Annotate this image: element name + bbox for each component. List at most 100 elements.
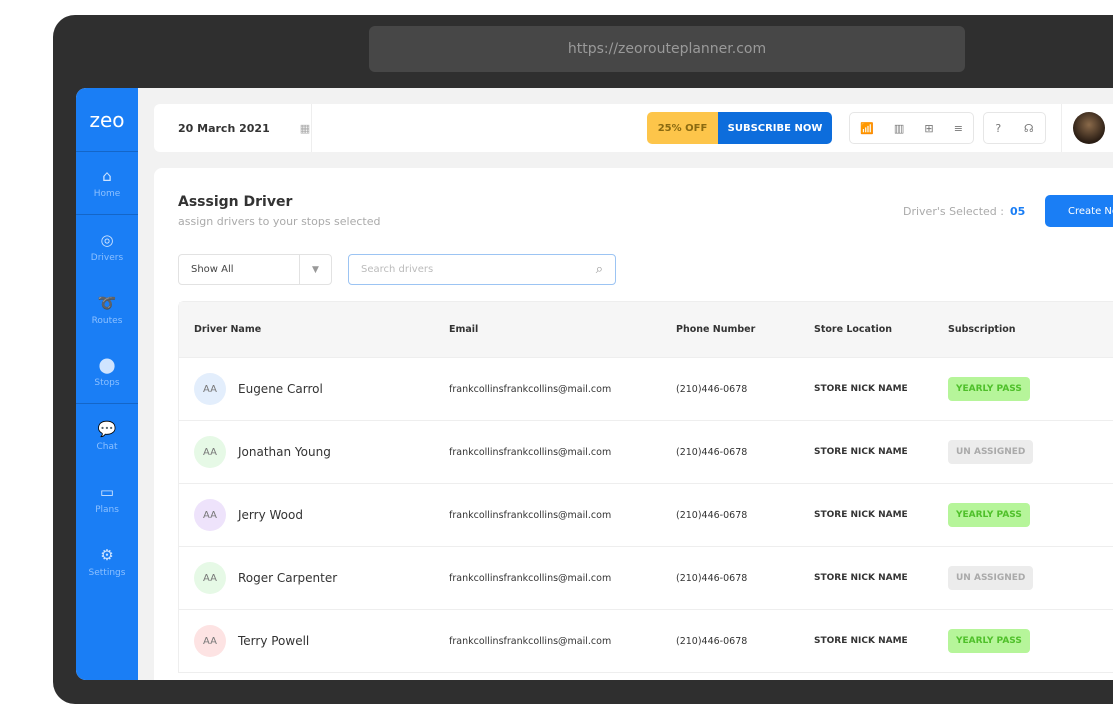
assign-driver-card: Asssign Driver assign drivers to your st… [154, 168, 1113, 680]
discount-badge: 25% OFF [647, 112, 718, 144]
avatar: AA [194, 499, 226, 531]
steering-wheel-icon: ◎ [100, 230, 114, 249]
driver-cell: AA Roger Carpenter [179, 562, 449, 594]
nav-label: Chat [96, 441, 118, 452]
status-badge: YEARLY PASS [948, 629, 1030, 653]
sidebar-item-home[interactable]: ⌂ Home [76, 152, 138, 215]
col-subscription[interactable]: Subscription [948, 324, 1108, 335]
home-icon: ⌂ [102, 167, 112, 185]
store-location: STORE NICK NAME [814, 384, 908, 394]
selected-label: Driver's Selected : [903, 205, 1004, 218]
status-badge: UN ASSIGNED [948, 566, 1034, 590]
subscription-cell: YEARLY PASS [948, 377, 1108, 401]
driver-name: Roger Carpenter [238, 571, 338, 585]
create-new-button[interactable]: Create New [1045, 195, 1113, 227]
filter-select[interactable]: Show All ▼ [178, 254, 332, 285]
driver-cell: AA Jerry Wood [179, 499, 449, 531]
list-icon[interactable]: ≡ [954, 122, 963, 135]
sidebar: zeo ⌂ Home ◎ Drivers ➰ Routes ⬤ Stops 💬 Chat … [76, 88, 138, 680]
email: frankcollinsfrankcollins@mail.com [449, 572, 612, 584]
map-pin-icon: ⬤ [98, 356, 116, 374]
sidebar-item-routes[interactable]: ➰ Routes [76, 278, 138, 341]
col-driver-name[interactable]: Driver Name [179, 324, 449, 335]
user-avatar[interactable] [1073, 112, 1105, 144]
table-row[interactable]: AA Jerry Wood frankcollinsfrankcollins@ma… [179, 483, 1113, 546]
email: frankcollinsfrankcollins@mail.com [449, 509, 612, 521]
avatar: AA [194, 373, 226, 405]
divider [1061, 104, 1062, 152]
date-value: 20 March 2021 [178, 121, 270, 135]
sidebar-item-settings[interactable]: ⚙ Settings [76, 530, 138, 593]
email: frankcollinsfrankcollins@mail.com [449, 635, 612, 647]
table-row[interactable]: AA Terry Powell frankcollinsfrankcollins@… [179, 609, 1113, 672]
store-location: STORE NICK NAME [814, 636, 908, 646]
subscription-cell: YEARLY PASS [948, 629, 1108, 653]
driver-cell: AA Terry Powell [179, 625, 449, 657]
help-icon[interactable]: ? [995, 122, 1001, 135]
col-phone[interactable]: Phone Number [676, 324, 814, 335]
selected-count: 05 [1010, 205, 1026, 218]
analytics-icon[interactable]: 📶 [860, 122, 874, 135]
subscribe-promo[interactable]: 25% OFF SUBSCRIBE NOW [647, 112, 832, 144]
route-icon: ➰ [97, 293, 117, 312]
sidebar-item-plans[interactable]: ▭ Plans [76, 467, 138, 530]
nav-label: Stops [94, 378, 120, 388]
search-input[interactable]: Search drivers ⌕ [348, 254, 616, 285]
zeo-logo[interactable]: zeo [76, 88, 138, 152]
email: frankcollinsfrankcollins@mail.com [449, 446, 612, 458]
store-location: STORE NICK NAME [814, 447, 908, 457]
store-location: STORE NICK NAME [814, 573, 908, 583]
ticket-icon: ▭ [99, 482, 115, 501]
subscription-cell: YEARLY PASS [948, 503, 1108, 527]
chat-icon: 💬 [97, 419, 117, 438]
driver-name: Terry Powell [238, 634, 310, 648]
search-placeholder: Search drivers [361, 264, 434, 275]
driver-name: Eugene Carrol [238, 382, 323, 396]
nav-label: Plans [95, 504, 119, 515]
table-row[interactable]: AA Eugene Carrol frankcollinsfrankcollins… [179, 357, 1113, 420]
nav-label: Settings [88, 567, 126, 578]
help-toolbar: ? ☊ [983, 112, 1046, 144]
col-email[interactable]: Email [449, 324, 676, 335]
view-toolbar: 📶 ▥ ⊞ ≡ [849, 112, 974, 144]
sidebar-item-chat[interactable]: 💬 Chat [76, 404, 138, 467]
search-icon[interactable]: ⌕ [596, 262, 603, 277]
phone: (210)446-0678 [676, 383, 748, 395]
page-title: Asssign Driver [178, 194, 293, 210]
driver-name: Jerry Wood [238, 508, 303, 522]
avatar: AA [194, 625, 226, 657]
phone: (210)446-0678 [676, 509, 748, 521]
driver-name: Jonathan Young [238, 445, 331, 459]
page-subtitle: assign drivers to your stops selected [178, 215, 381, 228]
support-headset-icon[interactable]: ☊ [1024, 122, 1034, 135]
sidebar-item-stops[interactable]: ⬤ Stops [76, 341, 138, 404]
app-screen: zeo ⌂ Home ◎ Drivers ➰ Routes ⬤ Stops 💬 Chat … [76, 88, 1113, 680]
table-row[interactable]: AA Roger Carpenter frankcollinsfrankcolli… [179, 546, 1113, 609]
filter-value: Show All [179, 255, 300, 284]
gear-icon: ⚙ [100, 545, 114, 564]
status-badge: YEARLY PASS [948, 503, 1030, 527]
status-badge: UN ASSIGNED [948, 440, 1034, 464]
drivers-selected: Driver's Selected : 05 [903, 205, 1025, 218]
status-badge: YEARLY PASS [948, 377, 1030, 401]
store-location: STORE NICK NAME [814, 510, 908, 520]
subscribe-button[interactable]: SUBSCRIBE NOW [718, 112, 832, 144]
url-bar[interactable]: https://zeorouteplanner.com [369, 26, 965, 72]
date-picker[interactable]: 20 March 2021 ▦ [178, 104, 310, 152]
phone: (210)446-0678 [676, 572, 748, 584]
sidebar-item-drivers[interactable]: ◎ Drivers [76, 215, 138, 278]
map-icon[interactable]: ▥ [894, 122, 904, 135]
col-store[interactable]: Store Location [814, 324, 948, 335]
nav-label: Drivers [90, 252, 124, 263]
subscription-cell: UN ASSIGNED [948, 440, 1108, 464]
email: frankcollinsfrankcollins@mail.com [449, 383, 612, 395]
chevron-down-icon[interactable]: ▼ [300, 255, 331, 284]
table-row[interactable]: AA Jonathan Young frankcollinsfrankcollin… [179, 420, 1113, 483]
subscription-cell: UN ASSIGNED [948, 566, 1108, 590]
table-header: Driver Name Email Phone Number Store Loc… [179, 302, 1113, 357]
drivers-table: Driver Name Email Phone Number Store Loc… [178, 301, 1113, 673]
table-icon[interactable]: ⊞ [924, 122, 933, 135]
nav-label: Routes [91, 315, 123, 326]
divider [311, 104, 312, 152]
calendar-icon[interactable]: ▦ [300, 122, 310, 135]
